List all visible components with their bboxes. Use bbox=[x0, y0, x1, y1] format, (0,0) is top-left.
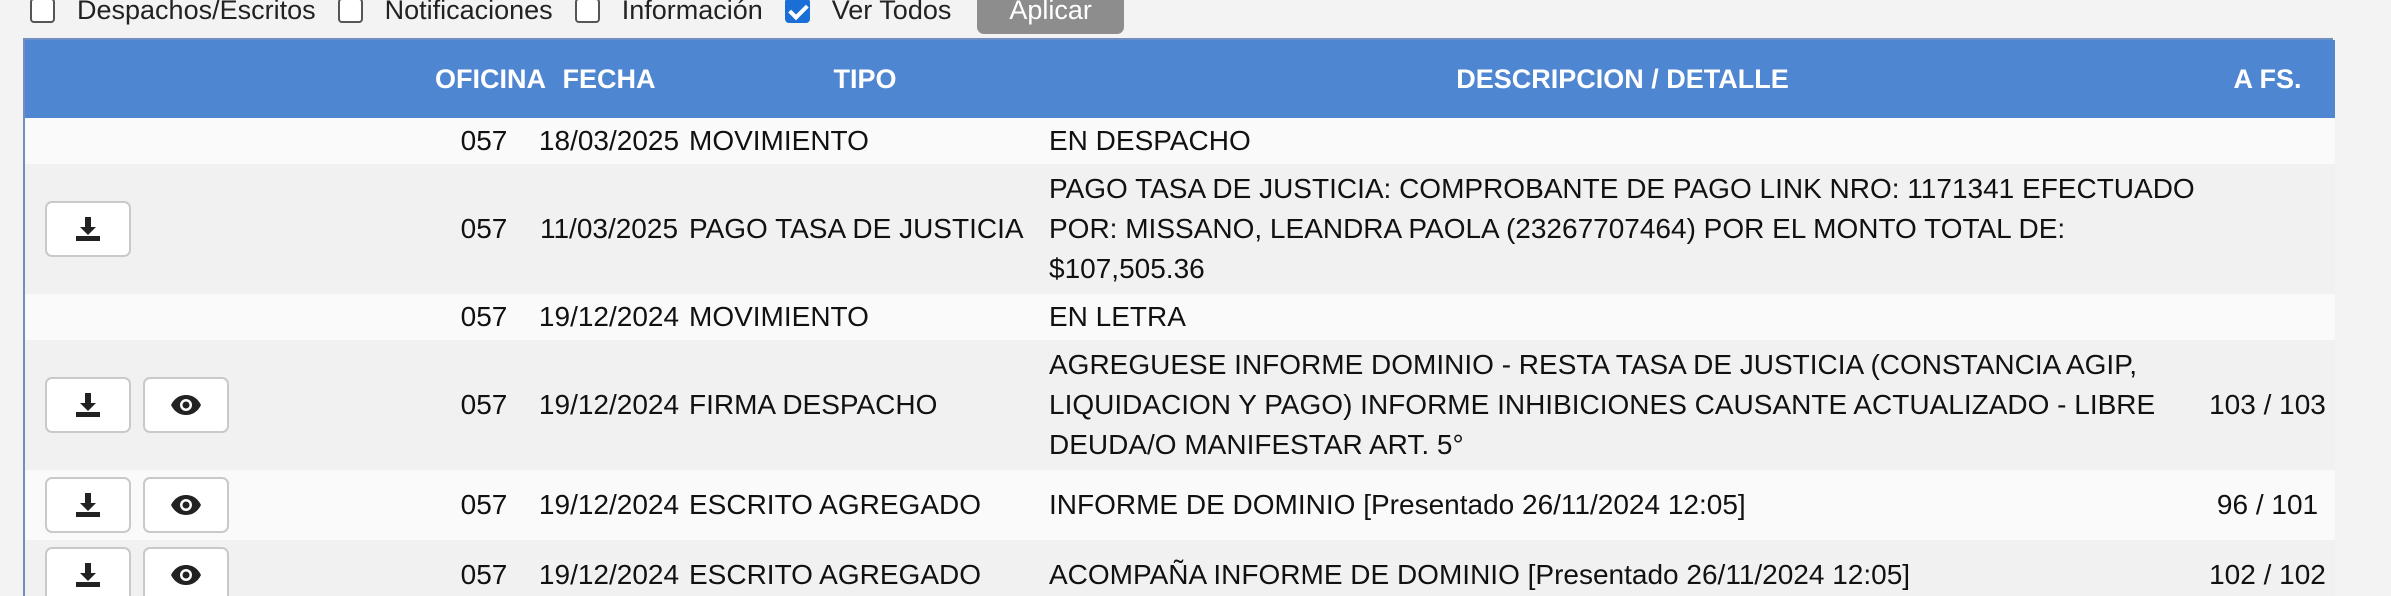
filter-bar: Despachos/Escritos Notificaciones Inform… bbox=[30, 0, 1124, 34]
cell-oficina: 057 bbox=[460, 301, 508, 332]
filter-notificaciones[interactable]: Notificaciones bbox=[337, 0, 553, 26]
download-icon bbox=[76, 493, 100, 517]
cell-descripcion: EN LETRA bbox=[1049, 301, 1186, 332]
table-row: 057 19/12/2024 ESCRITO AGREGADO ACOMPAÑA… bbox=[25, 540, 2335, 596]
download-button[interactable] bbox=[45, 547, 131, 596]
movements-table-container: OFICINA FECHA TIPO DESCRIPCION / DETALLE… bbox=[23, 38, 2335, 596]
eye-icon bbox=[171, 565, 201, 585]
eye-icon bbox=[171, 495, 201, 515]
cell-tipo: PAGO TASA DE JUSTICIA bbox=[689, 213, 1024, 244]
row-actions bbox=[25, 164, 435, 294]
header-oficina: OFICINA bbox=[435, 63, 546, 94]
view-button[interactable] bbox=[143, 377, 229, 433]
cell-fecha: 19/12/2024 bbox=[538, 559, 680, 590]
filter-ver-todos-label: Ver Todos bbox=[831, 0, 952, 25]
cell-fecha: 19/12/2024 bbox=[538, 301, 680, 332]
download-button[interactable] bbox=[45, 377, 131, 433]
cell-afs: 96 / 101 bbox=[2216, 489, 2319, 520]
eye-icon bbox=[171, 395, 201, 415]
header-afs: A FS. bbox=[2233, 63, 2302, 94]
cell-oficina: 057 bbox=[460, 559, 508, 590]
header-descripcion: DESCRIPCION / DETALLE bbox=[1456, 63, 1789, 94]
filter-ver-todos-checkbox[interactable] bbox=[784, 0, 810, 23]
filter-despachos-checkbox[interactable] bbox=[30, 0, 55, 23]
view-button[interactable] bbox=[143, 547, 229, 596]
filter-notificaciones-label: Notificaciones bbox=[384, 0, 553, 25]
download-button[interactable] bbox=[45, 201, 131, 257]
table-row: 057 18/03/2025 MOVIMIENTO EN DESPACHO bbox=[25, 118, 2335, 164]
table-row: 057 19/12/2024 MOVIMIENTO EN LETRA bbox=[25, 294, 2335, 340]
cell-oficina: 057 bbox=[460, 389, 508, 420]
header-tipo: TIPO bbox=[833, 63, 897, 94]
download-icon bbox=[76, 217, 100, 241]
cell-oficina: 057 bbox=[460, 213, 508, 244]
cell-descripcion: EN DESPACHO bbox=[1049, 125, 1251, 156]
filter-ver-todos[interactable]: Ver Todos bbox=[784, 0, 952, 26]
table-row: 057 11/03/2025 PAGO TASA DE JUSTICIA PAG… bbox=[25, 164, 2335, 294]
cell-tipo: MOVIMIENTO bbox=[689, 301, 869, 332]
row-actions bbox=[25, 540, 435, 596]
cell-fecha: 11/03/2025 bbox=[539, 213, 679, 244]
filter-informacion[interactable]: Información bbox=[574, 0, 763, 26]
header-fecha: FECHA bbox=[562, 63, 656, 94]
row-actions bbox=[25, 118, 435, 164]
header-actions bbox=[25, 40, 435, 118]
cell-descripcion: INFORME DE DOMINIO [Presentado 26/11/202… bbox=[1049, 489, 1746, 520]
cell-afs: 102 / 102 bbox=[2209, 559, 2326, 590]
cell-tipo: FIRMA DESPACHO bbox=[689, 389, 938, 420]
download-icon bbox=[76, 393, 100, 417]
table-row: 057 19/12/2024 ESCRITO AGREGADO INFORME … bbox=[25, 470, 2335, 540]
view-button[interactable] bbox=[143, 477, 229, 533]
download-icon bbox=[76, 563, 100, 587]
cell-fecha: 18/03/2025 bbox=[538, 125, 680, 156]
cell-descripcion: PAGO TASA DE JUSTICIA: COMPROBANTE DE PA… bbox=[1049, 173, 2195, 284]
cell-tipo: MOVIMIENTO bbox=[689, 125, 869, 156]
cell-fecha: 19/12/2024 bbox=[538, 489, 680, 520]
row-actions bbox=[25, 470, 435, 540]
table-header-row: OFICINA FECHA TIPO DESCRIPCION / DETALLE… bbox=[25, 40, 2335, 118]
cell-tipo: ESCRITO AGREGADO bbox=[689, 559, 981, 590]
table-row: 057 19/12/2024 FIRMA DESPACHO AGREGUESE … bbox=[25, 340, 2335, 470]
cell-oficina: 057 bbox=[460, 125, 508, 156]
cell-afs bbox=[2200, 294, 2335, 340]
cell-descripcion: ACOMPAÑA INFORME DE DOMINIO [Presentado … bbox=[1049, 559, 1911, 590]
cell-afs bbox=[2200, 164, 2335, 294]
cell-descripcion: AGREGUESE INFORME DOMINIO - RESTA TASA D… bbox=[1049, 349, 2156, 460]
cell-tipo: ESCRITO AGREGADO bbox=[689, 489, 981, 520]
filter-informacion-label: Información bbox=[621, 0, 763, 25]
filter-despachos-label: Despachos/Escritos bbox=[77, 0, 316, 25]
row-actions bbox=[25, 294, 435, 340]
filter-notificaciones-checkbox[interactable] bbox=[337, 0, 363, 23]
cell-afs: 103 / 103 bbox=[2209, 389, 2326, 420]
cell-fecha: 19/12/2024 bbox=[538, 389, 680, 420]
cell-afs bbox=[2200, 118, 2335, 164]
movements-table: OFICINA FECHA TIPO DESCRIPCION / DETALLE… bbox=[25, 40, 2335, 596]
filter-informacion-checkbox[interactable] bbox=[574, 0, 600, 23]
apply-button[interactable]: Aplicar bbox=[977, 0, 1124, 34]
download-button[interactable] bbox=[45, 477, 131, 533]
cell-oficina: 057 bbox=[460, 489, 508, 520]
row-actions bbox=[25, 340, 435, 470]
filter-despachos[interactable]: Despachos/Escritos bbox=[30, 0, 316, 26]
